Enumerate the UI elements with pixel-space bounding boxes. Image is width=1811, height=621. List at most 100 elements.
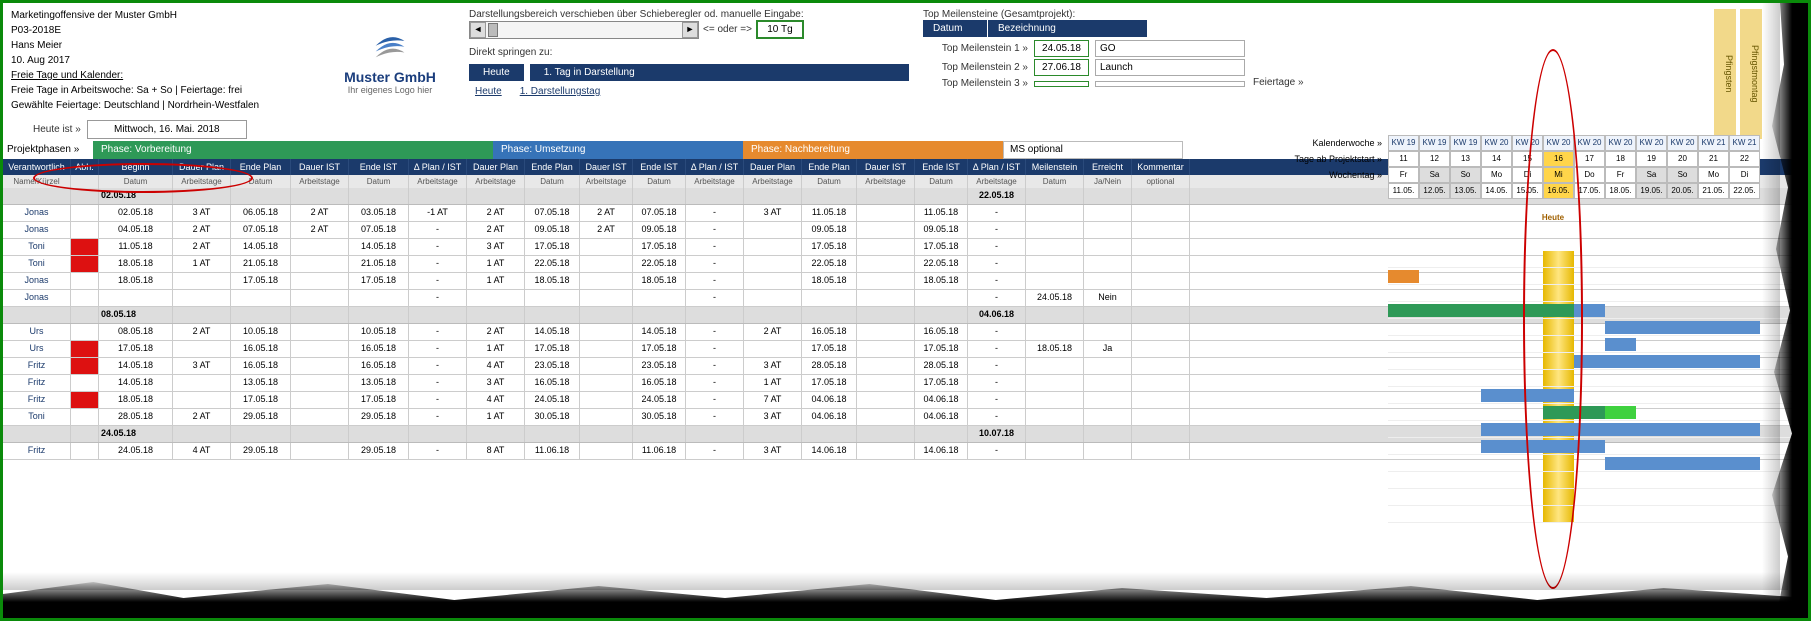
- calendar-cell: 17: [1574, 151, 1605, 167]
- calendar-cell: So: [1667, 167, 1698, 183]
- gantt-row: [1388, 489, 1802, 506]
- section-start: 24.05.18: [99, 426, 173, 442]
- today-field[interactable]: Mittwoch, 16. Mai. 2018: [87, 120, 247, 139]
- today-label: Heute ist »: [33, 124, 81, 135]
- calendar-cell: KW 19: [1450, 135, 1481, 151]
- calendar-cell: 12.05.: [1419, 183, 1450, 199]
- gantt-row: [1388, 506, 1802, 523]
- link-first-day[interactable]: 1. Darstellungstag: [514, 83, 607, 100]
- calendar-cell: KW 20: [1574, 135, 1605, 151]
- calendar-cell: Mo: [1698, 167, 1729, 183]
- oder-label: <= oder =>: [703, 24, 752, 35]
- jump-first-button[interactable]: 1. Tag in Darstellung: [530, 64, 909, 81]
- calendar-cell: 22: [1729, 151, 1760, 167]
- days-input[interactable]: [756, 20, 804, 39]
- gantt-row: [1388, 438, 1802, 455]
- calendar-cell: So: [1450, 167, 1481, 183]
- holidays-label: Feiertage »: [1253, 77, 1304, 88]
- link-today[interactable]: Heute: [469, 83, 508, 100]
- calendar-cell: Mi: [1543, 167, 1574, 183]
- gantt-row: [1388, 370, 1802, 387]
- calendar-cell: KW 19: [1388, 135, 1419, 151]
- phase-1: Phase: Vorbereitung: [93, 141, 493, 159]
- calendar-cell: KW 20: [1481, 135, 1512, 151]
- calendar-cell: Sa: [1636, 167, 1667, 183]
- gantt-bar: [1574, 355, 1760, 368]
- gantt-bar: [1605, 321, 1760, 334]
- ms-date-input[interactable]: 27.06.18: [1034, 59, 1089, 76]
- calendar-cell: Fr: [1605, 167, 1636, 183]
- gantt-row: [1388, 421, 1802, 438]
- calendar-cell: KW 20: [1512, 135, 1543, 151]
- calendar-cell: 16.05.: [1543, 183, 1574, 199]
- slider-thumb[interactable]: [488, 23, 498, 37]
- gantt-bar: [1481, 440, 1605, 453]
- gantt-row: [1388, 251, 1802, 268]
- section-end: 04.06.18: [968, 307, 1026, 323]
- freedays-header: Freie Tage und Kalender:: [11, 69, 311, 83]
- gantt-row: [1388, 285, 1802, 302]
- phases-label: Projektphasen »: [3, 141, 93, 159]
- logo-subtext: Ihr eigenes Logo hier: [325, 85, 455, 95]
- slider-label: Darstellungsbereich verschieben über Sch…: [469, 9, 909, 20]
- gantt-row: [1388, 455, 1802, 472]
- ms-row-label: Top Meilenstein 1 »: [923, 43, 1028, 54]
- project-info: Marketingoffensive der Muster GmbH P03-2…: [11, 9, 311, 114]
- torn-edge-shadow: [3, 572, 1788, 590]
- date-slider[interactable]: ◄ ►: [469, 21, 699, 39]
- gantt-bar: [1574, 304, 1605, 317]
- project-author: Hans Meier: [11, 39, 311, 53]
- calendar-cell: KW 20: [1636, 135, 1667, 151]
- gantt-bar: [1388, 304, 1574, 317]
- calendar-cell: KW 20: [1667, 135, 1698, 151]
- calendar-cell: KW 21: [1698, 135, 1729, 151]
- calendar-cell: 15: [1512, 151, 1543, 167]
- calendar-cell: 16: [1543, 151, 1574, 167]
- calendar-cell: KW 19: [1419, 135, 1450, 151]
- calendar-cell: 21.05.: [1698, 183, 1729, 199]
- gantt-bar: [1543, 406, 1605, 419]
- ms-date-input[interactable]: [1034, 81, 1089, 87]
- slider-right-icon[interactable]: ►: [682, 22, 698, 38]
- gantt-row: [1388, 472, 1802, 489]
- calendar-cell: 13: [1450, 151, 1481, 167]
- logo-text: Muster GmbH: [325, 69, 455, 85]
- gantt-row: [1388, 268, 1802, 285]
- calendar-cell: 18.05.: [1605, 183, 1636, 199]
- gantt-row: [1388, 302, 1802, 319]
- gantt-bar: [1481, 389, 1574, 402]
- calendar-cell: 19: [1636, 151, 1667, 167]
- logo: Muster GmbH Ihr eigenes Logo hier: [325, 9, 455, 114]
- calendar-cell: KW 20: [1543, 135, 1574, 151]
- calendar-cell: 11.05.: [1388, 183, 1419, 199]
- calendar-cell: Di: [1729, 167, 1760, 183]
- calendar-cell: 21: [1698, 151, 1729, 167]
- gantt-row: [1388, 336, 1802, 353]
- calendar-cell: 12: [1419, 151, 1450, 167]
- ms-col-date: Datum: [923, 20, 988, 37]
- calendar-cell: Sa: [1419, 167, 1450, 183]
- calendar-cell: Di: [1512, 167, 1543, 183]
- calendar-cell: Mo: [1481, 167, 1512, 183]
- jump-today-button[interactable]: Heute: [469, 64, 524, 81]
- ms-row-label: Top Meilenstein 2 »: [923, 62, 1028, 73]
- section-start: 02.05.18: [99, 188, 173, 204]
- logo-icon: [366, 17, 414, 65]
- gantt-bar: [1605, 338, 1636, 351]
- ms-col-desc: Bezeichnung: [988, 20, 1148, 37]
- gantt-bar: [1388, 270, 1419, 283]
- calendar-cell: 20: [1667, 151, 1698, 167]
- calendar-cell: 11: [1388, 151, 1419, 167]
- project-date: 10. Aug 2017: [11, 54, 311, 68]
- section-end: 22.05.18: [968, 188, 1026, 204]
- calendar-cell: 20.05.: [1667, 183, 1698, 199]
- jump-label: Direkt springen zu:: [469, 47, 909, 58]
- ms-date-input[interactable]: 24.05.18: [1034, 40, 1089, 57]
- calendar-cell: 17.05.: [1574, 183, 1605, 199]
- slider-left-icon[interactable]: ◄: [470, 22, 486, 38]
- gantt-row: [1388, 319, 1802, 336]
- calendar-cell: 19.05.: [1636, 183, 1667, 199]
- ms-row-label: Top Meilenstein 3 »: [923, 78, 1028, 89]
- section-end: 10.07.18: [968, 426, 1026, 442]
- calendar-cell: 22.05.: [1729, 183, 1760, 199]
